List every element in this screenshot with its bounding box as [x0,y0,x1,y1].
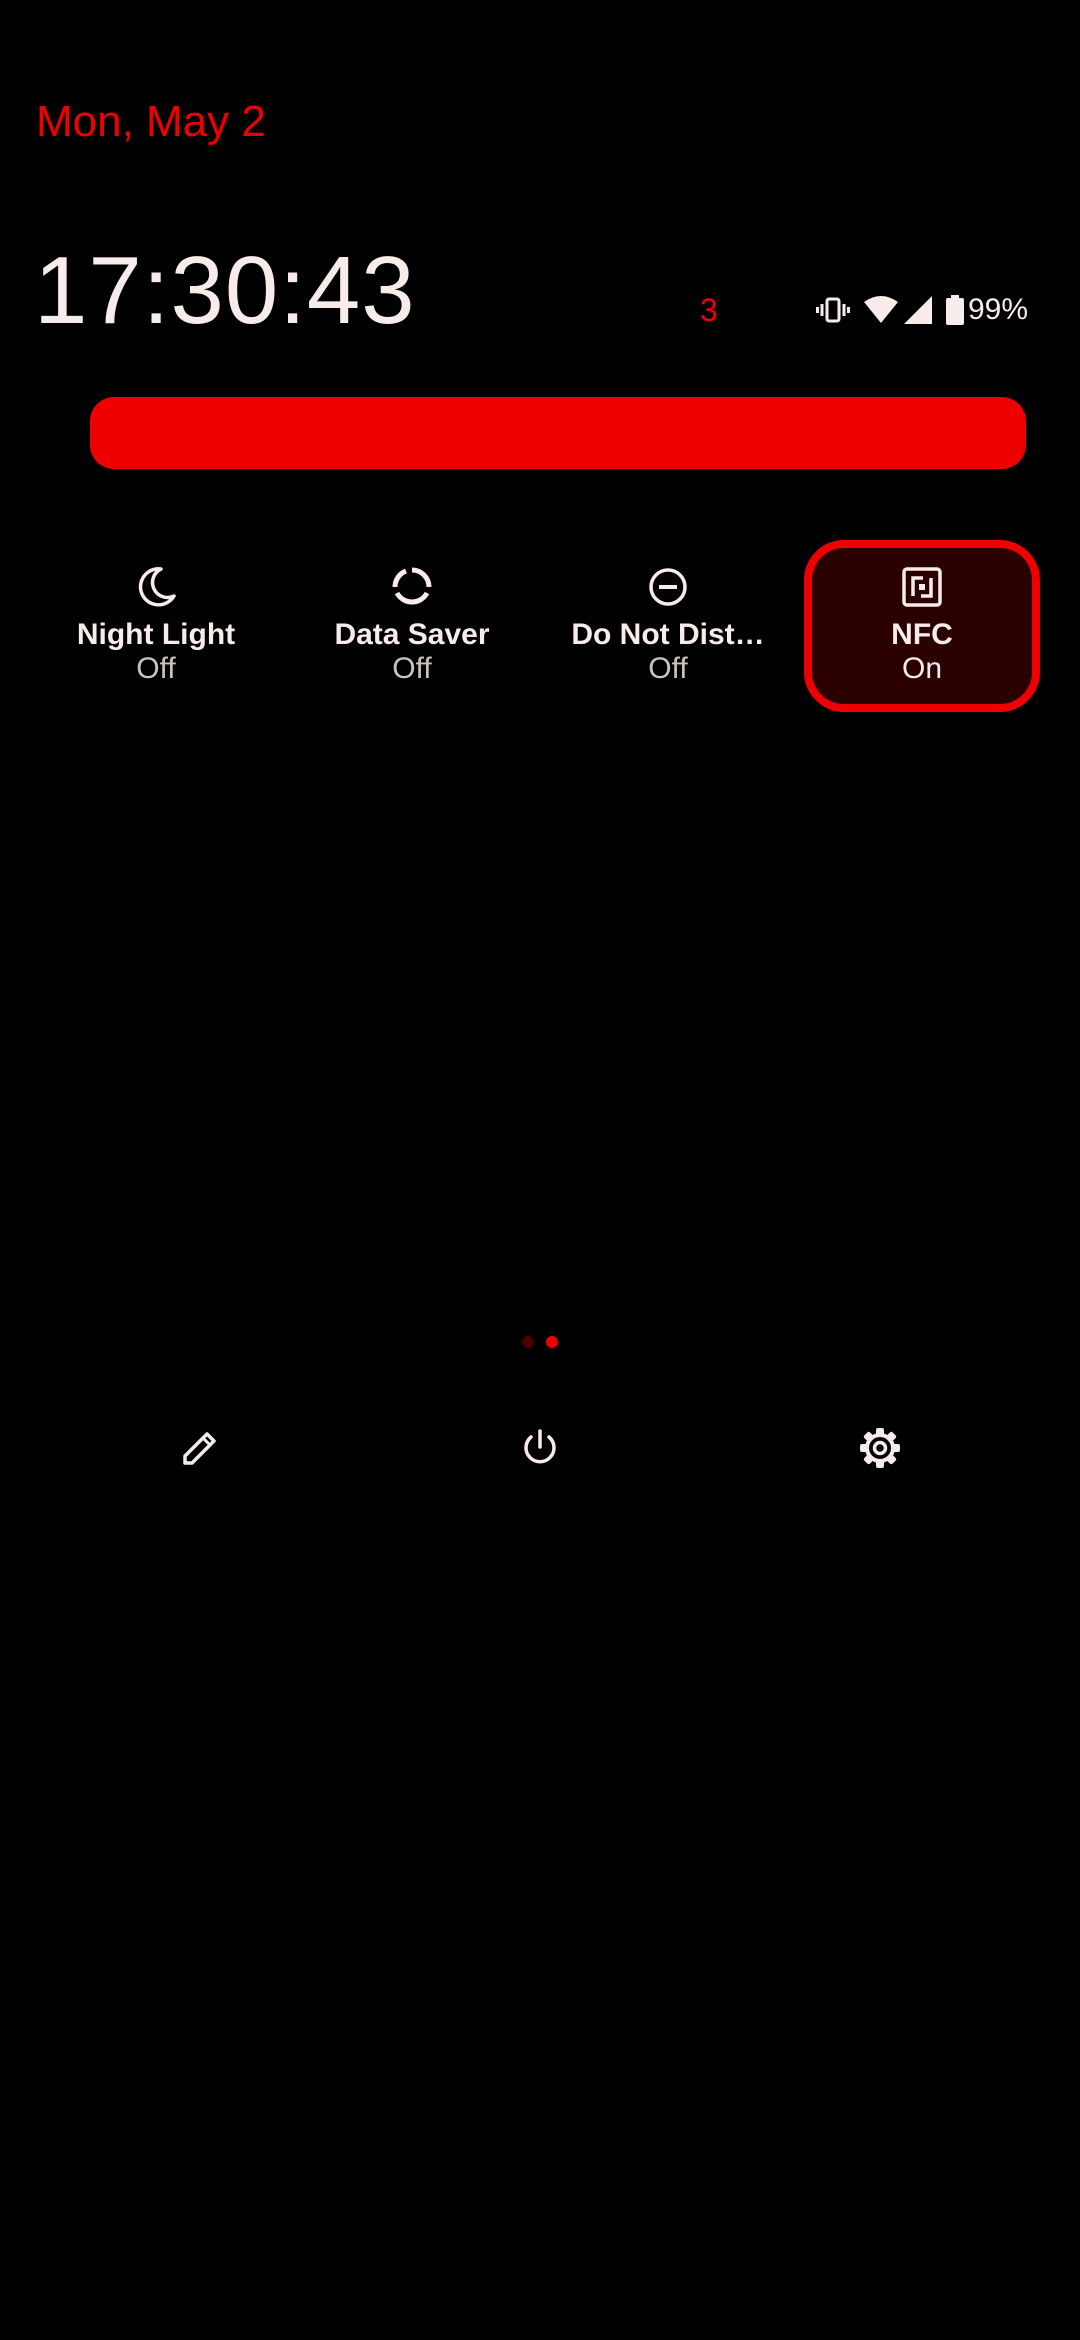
page-indicator [522,1336,558,1350]
vibrate-icon [816,288,850,332]
clock: 17:30:43 [34,237,416,344]
do-not-disturb-icon [647,564,689,610]
moon-icon [135,564,177,610]
data-saver-icon [391,564,433,610]
tile-label: Night Light [76,618,236,651]
page-dot-inactive [522,1336,534,1348]
battery-icon [946,288,964,332]
date-label: Mon, May 2 [36,97,266,146]
tile-label: NFC [891,618,953,651]
nfc-icon [901,564,943,610]
tile-data-saver[interactable]: Data Saver Off [294,540,530,712]
tile-night-light[interactable]: Night Light Off [38,540,274,712]
page-dot-active [546,1336,558,1348]
tile-state: On [901,652,943,685]
battery-percentage: 99% [968,293,1029,326]
tile-do-not-disturb[interactable]: Do Not Dist… Off [550,540,786,712]
edit-icon [180,1428,220,1473]
tile-state: Off [392,652,432,685]
tile-nfc[interactable]: NFC On [804,540,1040,712]
wifi-icon [864,288,898,332]
tile-state: Off [648,652,688,685]
quick-settings-tiles: Night Light Off Data Saver Off Do Not Di… [0,540,1080,712]
settings-button[interactable] [850,1420,910,1480]
power-icon [520,1428,560,1473]
tile-label: Data Saver [334,618,490,651]
notification-count: 3 [700,292,718,328]
brightness-slider-handle[interactable] [942,400,1026,466]
edit-button[interactable] [170,1420,230,1480]
tile-label: Do Not Dist… [571,618,765,651]
settings-icon [859,1427,901,1474]
tile-state: Off [136,652,176,685]
brightness-slider[interactable] [90,397,1026,469]
power-button[interactable] [510,1420,570,1480]
status-icons: 99% [816,288,1028,332]
cellular-signal-icon [904,288,932,332]
